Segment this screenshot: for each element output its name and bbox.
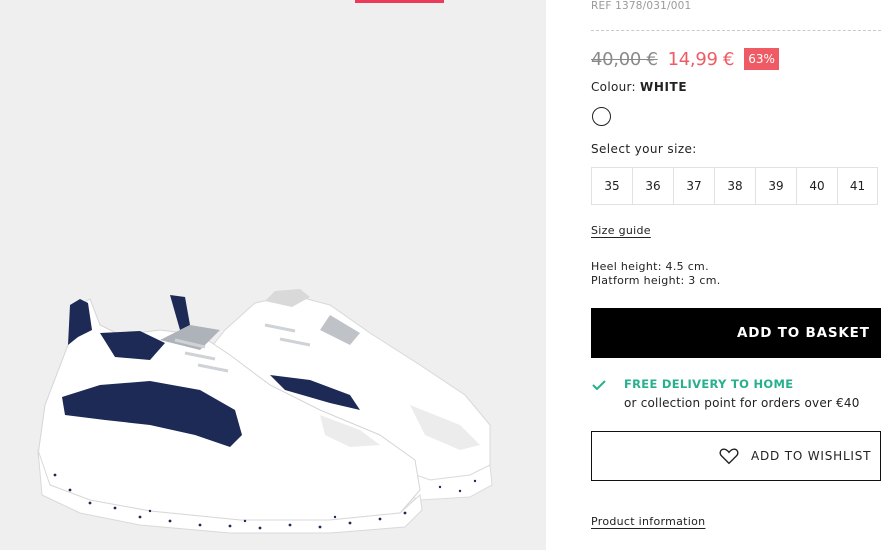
product-details: REF 1378/031/001 40,00 € 14,99 € 63% Col…: [591, 0, 881, 550]
add-to-wishlist-button[interactable]: ADD TO WISHLIST: [591, 431, 881, 481]
sale-price: 14,99 €: [667, 48, 735, 70]
discount-badge: 63%: [744, 48, 779, 70]
colour-swatch-white[interactable]: [592, 107, 611, 126]
platform-height: Platform height: 3 cm.: [591, 274, 721, 287]
dotted-divider: [591, 30, 881, 31]
add-to-basket-button[interactable]: ADD TO BASKET: [591, 308, 881, 358]
size-option[interactable]: 36: [633, 168, 674, 204]
heart-icon: [719, 448, 739, 465]
heel-info: Heel height: 4.5 cm. Platform height: 3 …: [591, 260, 721, 288]
size-option[interactable]: 38: [715, 168, 756, 204]
wishlist-label: ADD TO WISHLIST: [751, 449, 872, 463]
old-price: 40,00 €: [591, 48, 658, 70]
promo-tab[interactable]: [355, 0, 444, 3]
heel-height: Heel height: 4.5 cm.: [591, 260, 709, 273]
product-image-pane: [0, 0, 546, 550]
price-row: 40,00 € 14,99 € 63%: [591, 45, 779, 73]
product-reference: REF 1378/031/001: [591, 0, 692, 12]
product-information-link[interactable]: Product information: [591, 515, 705, 528]
size-option[interactable]: 41: [838, 168, 877, 204]
size-select-label: Select your size:: [591, 142, 697, 156]
size-guide-link[interactable]: Size guide: [591, 224, 651, 237]
size-option[interactable]: 35: [592, 168, 633, 204]
size-option[interactable]: 39: [756, 168, 797, 204]
product-image: [37, 289, 493, 534]
check-icon: [592, 380, 606, 390]
colour-value: WHITE: [640, 80, 688, 94]
free-delivery-title: FREE DELIVERY TO HOME: [624, 377, 794, 391]
colour-label: Colour:: [591, 80, 636, 94]
size-option[interactable]: 40: [797, 168, 838, 204]
colour-row: Colour: WHITE: [591, 80, 687, 94]
delivery-condition: or collection point for orders over €40: [624, 396, 860, 410]
size-option[interactable]: 37: [674, 168, 715, 204]
size-selector: 35 36 37 38 39 40 41: [591, 167, 878, 205]
